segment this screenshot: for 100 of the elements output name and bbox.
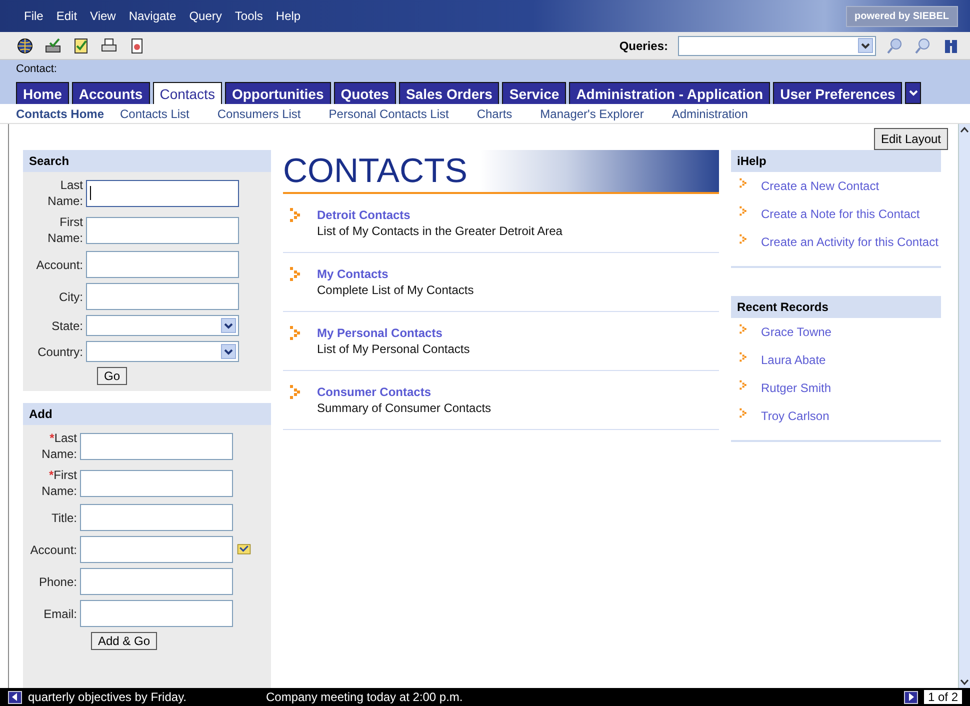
help-link[interactable]: Create a Note for this Contact: [761, 206, 920, 222]
list-description: Complete List of My Contacts: [317, 283, 474, 297]
nav-tab[interactable]: Quotes: [334, 82, 396, 104]
queries-label: Queries:: [619, 38, 668, 52]
caret-icon: [908, 90, 918, 96]
nav-tab[interactable]: Sales Orders: [398, 82, 500, 104]
nav-tab[interactable]: Administration - Application: [569, 82, 770, 104]
picker-icon[interactable]: [236, 542, 252, 556]
menu-item[interactable]: Query: [189, 9, 222, 23]
record-link[interactable]: Laura Abate: [761, 352, 826, 368]
caret-icon: [224, 322, 233, 328]
help-link[interactable]: Create an Activity for this Contact: [761, 234, 938, 250]
record-link[interactable]: Troy Carlson: [761, 408, 830, 424]
field-label: Country:: [36, 344, 83, 360]
sub-tab[interactable]: Contacts Home: [16, 106, 104, 120]
chevron-icon: [289, 385, 301, 399]
chevron-icon: [739, 178, 747, 188]
menu-item[interactable]: File: [24, 9, 44, 23]
chevron-icon: [739, 324, 747, 334]
nav-tab[interactable]: Opportunities: [224, 82, 331, 104]
field-label: First Name:: [46, 214, 83, 246]
queries-dropdown[interactable]: [678, 36, 876, 56]
record-link[interactable]: Rutger Smith: [761, 380, 832, 396]
input-field[interactable]: [80, 432, 233, 460]
printer-icon[interactable]: [100, 36, 118, 54]
input-field[interactable]: [86, 216, 239, 244]
dropdown-field[interactable]: [86, 315, 239, 336]
field-label: Email:: [42, 606, 77, 622]
field-label: Account:: [35, 256, 83, 272]
field-label: Last Name:: [46, 177, 83, 209]
chevron-icon: [739, 380, 747, 390]
sub-tab[interactable]: Manager's Explorer: [540, 106, 644, 120]
field-label: Phone:: [38, 574, 77, 590]
nav-tab[interactable]: Service: [502, 82, 566, 104]
search-icon[interactable]: [886, 36, 904, 54]
list-link[interactable]: My Contacts: [317, 267, 474, 281]
field-label: State:: [50, 318, 83, 334]
chevron-icon: [289, 267, 301, 281]
sub-tab[interactable]: Consumers List: [217, 106, 301, 120]
menu-item[interactable]: Edit: [56, 9, 78, 23]
edit-layout-button[interactable]: Edit Layout: [874, 128, 948, 150]
menu-item[interactable]: Tools: [234, 9, 263, 23]
checklist-icon[interactable]: [72, 36, 90, 54]
context-label: Contact:: [0, 60, 970, 80]
triangle-right-icon: [908, 693, 914, 701]
menu-item[interactable]: Navigate: [128, 9, 176, 23]
field-label: City:: [58, 288, 83, 304]
menu-item[interactable]: Help: [276, 9, 301, 23]
text-cursor: [90, 186, 91, 200]
field-label: *First Name:: [40, 467, 77, 499]
previous-button[interactable]: [8, 690, 22, 704]
caret-icon: [861, 42, 870, 48]
input-field[interactable]: [80, 504, 233, 531]
input-field[interactable]: [86, 251, 239, 278]
list-link[interactable]: Consumer Contacts: [317, 385, 492, 399]
chevron-icon: [739, 352, 747, 362]
input-field[interactable]: [86, 283, 239, 310]
nav-tab[interactable]: Accounts: [72, 82, 150, 104]
nav-tab[interactable]: Home: [16, 82, 69, 104]
chevron-icon: [739, 234, 747, 244]
add-and-go-button[interactable]: Add & Go: [91, 632, 158, 650]
help-link[interactable]: Create a New Contact: [761, 178, 880, 194]
page-title: CONTACTS: [283, 152, 468, 190]
input-field[interactable]: [86, 180, 239, 206]
scrollbar[interactable]: [958, 124, 970, 688]
caret-icon: [224, 348, 233, 354]
input-field[interactable]: [80, 600, 233, 627]
go-button[interactable]: Go: [97, 367, 128, 385]
brand-logo: powered by SIEBEL: [846, 6, 958, 26]
list-link[interactable]: My Personal Contacts: [317, 326, 470, 340]
chevron-icon: [289, 208, 301, 222]
nav-tab[interactable]: User Preferences: [773, 82, 902, 104]
sub-tab[interactable]: Administration: [672, 106, 748, 120]
record-link[interactable]: Grace Towne: [761, 324, 832, 340]
sub-tab[interactable]: Personal Contacts List: [328, 106, 449, 120]
panel-header: Recent Records: [731, 296, 941, 318]
list-link[interactable]: Detroit Contacts: [317, 208, 562, 222]
next-button[interactable]: [904, 690, 918, 704]
list-description: Summary of Consumer Contacts: [317, 401, 492, 415]
page-indicator: 1 of 2: [924, 690, 962, 704]
chevron-icon: [739, 206, 747, 216]
globe-icon[interactable]: [16, 36, 34, 54]
dropdown-field[interactable]: [86, 341, 239, 362]
field-label: Title:: [50, 510, 77, 526]
status-message: quarterly objectives by Friday.: [28, 690, 188, 704]
list-description: List of My Contacts in the Greater Detroit Area: [317, 224, 562, 238]
inbox-check-icon[interactable]: [44, 36, 62, 54]
field-label: *Last Name:: [40, 430, 77, 462]
list-description: List of My Personal Contacts: [317, 342, 470, 356]
input-field[interactable]: [80, 536, 233, 563]
sub-tab[interactable]: Contacts List: [120, 106, 190, 120]
nav-tab[interactable]: Contacts: [152, 82, 222, 104]
more-tabs-button[interactable]: [905, 82, 922, 104]
input-field[interactable]: [80, 470, 233, 496]
menu-item[interactable]: View: [90, 9, 116, 23]
panel-header: Search: [23, 150, 271, 172]
search-icon[interactable]: [914, 36, 932, 54]
sub-tab[interactable]: Charts: [476, 106, 512, 120]
status-message: Company meeting today at 2:00 p.m.: [266, 690, 464, 704]
input-field[interactable]: [80, 568, 233, 595]
